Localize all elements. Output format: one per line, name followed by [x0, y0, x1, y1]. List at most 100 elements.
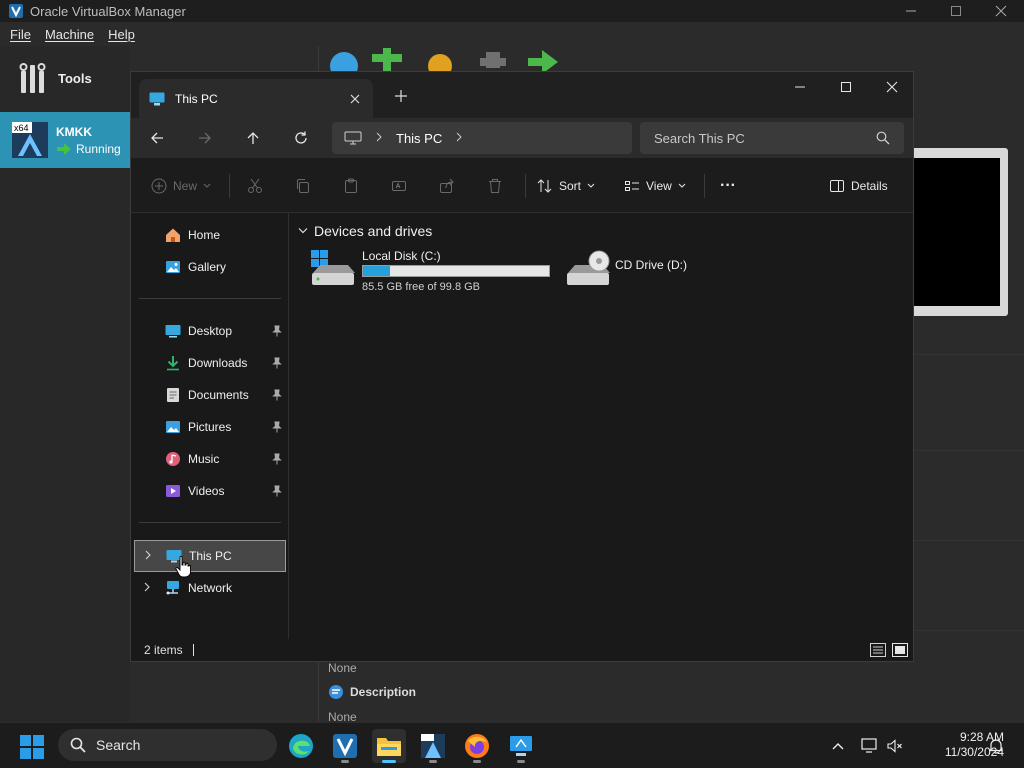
devices-and-drives-heading[interactable]: Devices and drives [298, 223, 432, 239]
pin-icon[interactable] [272, 357, 282, 369]
vbox-maximize-button[interactable] [933, 0, 979, 22]
taskbar-app-firefox[interactable] [460, 729, 494, 763]
search-icon [70, 737, 86, 753]
details-view-icon[interactable] [870, 643, 886, 657]
refresh-button[interactable] [285, 124, 317, 152]
tray-volume-status[interactable] [884, 723, 906, 768]
share-button[interactable] [439, 158, 455, 213]
tab-close-button[interactable] [343, 91, 367, 107]
taskbar: Search 9:28 AM 11/30/2024 [0, 722, 1024, 768]
pin-icon[interactable] [272, 485, 282, 497]
details-pane-button[interactable]: Details [829, 158, 888, 213]
back-button[interactable] [141, 124, 173, 152]
tools-label: Tools [58, 70, 92, 86]
pictures-folder-icon [164, 419, 182, 435]
virtualbox-logo-icon [9, 4, 23, 18]
vm-name: KMKK [56, 124, 92, 139]
chevron-up-icon [832, 743, 844, 750]
pin-icon[interactable] [272, 325, 282, 337]
sidebar-item-this-pc[interactable]: This PC [134, 540, 286, 572]
tools-icon [19, 63, 46, 93]
cut-button[interactable] [247, 158, 263, 213]
sidebar-item-gallery[interactable]: Gallery [134, 252, 286, 282]
rename-button[interactable] [391, 158, 407, 213]
taskbar-app-virtualbox[interactable] [328, 729, 362, 763]
forward-button[interactable] [189, 124, 221, 152]
downloads-folder-icon [164, 355, 182, 371]
pin-icon[interactable] [272, 389, 282, 401]
tray-network-status[interactable] [858, 723, 882, 768]
sidebar-item-home[interactable]: Home [134, 220, 286, 250]
vbox-tools-item[interactable]: Tools [0, 58, 130, 98]
tab-this-pc[interactable]: This PC [139, 79, 373, 119]
notifications-button[interactable] [984, 723, 1008, 768]
menu-help[interactable]: Help [108, 27, 135, 42]
search-input[interactable]: Search This PC [654, 131, 876, 146]
command-separator [525, 174, 526, 198]
music-folder-icon [164, 451, 182, 467]
taskbar-app-file-explorer[interactable] [372, 729, 406, 763]
taskbar-app-x64-vm[interactable] [416, 729, 450, 763]
sidebar-item-videos[interactable]: Videos [134, 476, 286, 506]
cd-drive-icon [567, 250, 610, 285]
address-bar[interactable]: This PC [332, 122, 632, 154]
explorer-maximize-button[interactable] [823, 72, 869, 102]
menu-file[interactable]: File [10, 27, 31, 42]
drive-name: CD Drive (D:) [615, 258, 687, 272]
sidebar-item-desktop[interactable]: Desktop [134, 316, 286, 346]
minimize-icon [795, 86, 805, 88]
paste-button[interactable] [343, 158, 359, 213]
explorer-close-button[interactable] [869, 72, 915, 102]
vbox-close-button[interactable] [978, 0, 1024, 22]
sidebar-item-label: This PC [189, 549, 232, 563]
breadcrumb-this-pc[interactable]: This PC [396, 131, 442, 146]
up-button[interactable] [237, 124, 269, 152]
sidebar-item-music[interactable]: Music [134, 444, 286, 474]
new-tab-button[interactable] [389, 84, 413, 108]
breadcrumb-chevron-icon [376, 131, 382, 145]
drive-cd-d[interactable]: CD Drive (D:) [565, 249, 725, 293]
vm-preview-thumbnail [905, 148, 1008, 316]
pin-icon[interactable] [272, 453, 282, 465]
arrow-right-icon [199, 132, 211, 144]
expand-chevron-icon[interactable] [145, 550, 151, 563]
large-icons-view-icon[interactable] [892, 643, 908, 657]
content-pane: Devices and drives Local Disk (C:) 85.5 … [290, 213, 913, 639]
minimize-icon [906, 10, 916, 12]
chevron-down-icon [587, 183, 595, 188]
search-box[interactable]: Search This PC [640, 122, 904, 154]
drive-local-disk-c[interactable]: Local Disk (C:) 85.5 GB free of 99.8 GB [310, 249, 560, 293]
see-more-button[interactable]: ··· [720, 158, 736, 213]
windows-start-icon[interactable] [20, 735, 44, 759]
taskbar-search-box[interactable]: Search [58, 729, 277, 761]
delete-button[interactable] [487, 158, 503, 213]
menu-machine[interactable]: Machine [45, 27, 94, 42]
expand-chevron-icon[interactable] [144, 582, 150, 595]
more-ellipsis-icon: ··· [720, 176, 736, 194]
sidebar-item-network[interactable]: Network [134, 573, 286, 603]
view-button[interactable]: View [624, 158, 686, 213]
sidebar-item-label: Downloads [188, 356, 248, 370]
copy-button[interactable] [295, 158, 311, 213]
new-button[interactable]: New [151, 158, 211, 213]
details-label: Details [851, 178, 888, 193]
sidebar-item-label: Network [188, 581, 233, 595]
add-circle-icon [151, 178, 167, 193]
explorer-minimize-button[interactable] [777, 72, 823, 102]
trash-icon [489, 178, 501, 193]
sidebar-item-pictures[interactable]: Pictures [134, 412, 286, 442]
drive-usage-fill [363, 266, 390, 276]
sidebar-item-documents[interactable]: Documents [134, 380, 286, 410]
gallery-icon [164, 259, 182, 275]
vbox-minimize-button[interactable] [888, 0, 934, 22]
sidebar-item-downloads[interactable]: Downloads [134, 348, 286, 378]
taskbar-app-edge[interactable] [284, 729, 318, 763]
vm-list-item-kmkk[interactable]: x64 KMKK Running [0, 112, 130, 168]
arrow-up-icon [247, 132, 259, 144]
pin-icon[interactable] [272, 421, 282, 433]
breadcrumb-chevron-icon[interactable] [456, 131, 462, 145]
settings-gear-icon [428, 54, 452, 78]
taskbar-app-remote-desktop[interactable] [504, 729, 538, 763]
sort-button[interactable]: Sort [537, 158, 595, 213]
tray-overflow-button[interactable] [826, 723, 850, 768]
